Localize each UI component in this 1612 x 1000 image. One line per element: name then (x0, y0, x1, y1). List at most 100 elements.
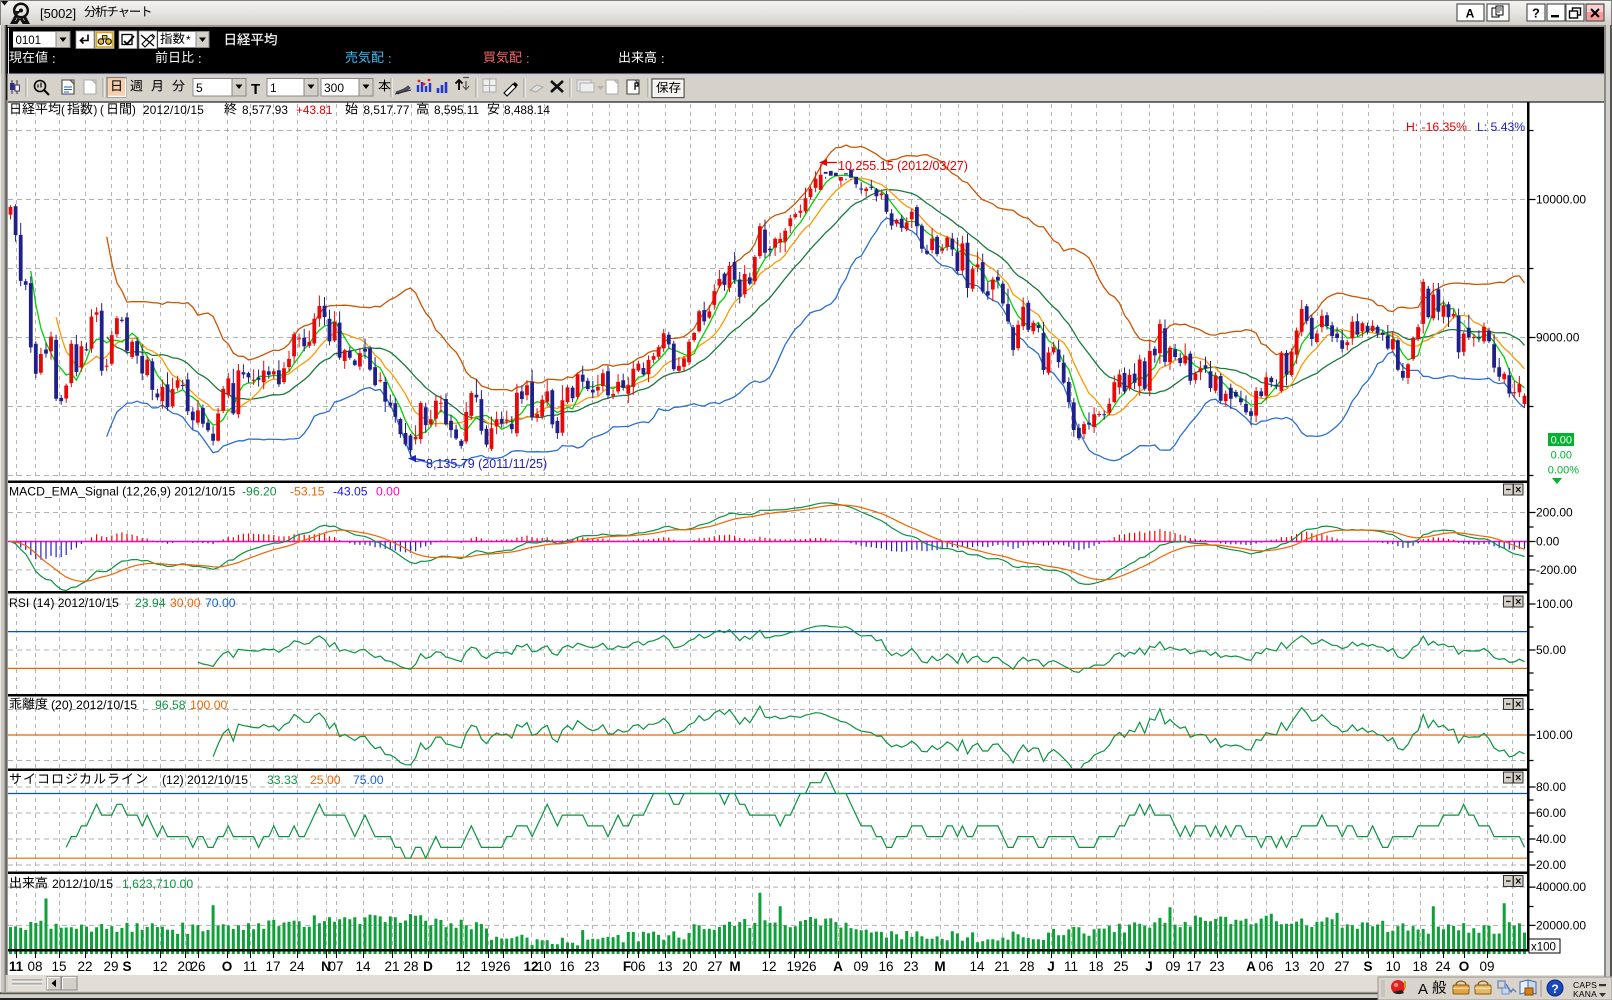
svg-text:-96.20: -96.20 (242, 485, 277, 499)
svg-text:0.00: 0.00 (376, 485, 400, 499)
svg-text:?: ? (1532, 7, 1540, 21)
svg-text:60.00: 60.00 (1536, 806, 1566, 820)
svg-text:24: 24 (1435, 959, 1451, 974)
svg-text:D: D (423, 959, 433, 974)
svg-text:x100: x100 (1531, 942, 1556, 954)
svg-text:17: 17 (1186, 959, 1201, 974)
svg-text:20: 20 (682, 959, 697, 974)
svg-text:27: 27 (707, 959, 722, 974)
svg-text::: : (661, 51, 665, 66)
svg-text:S: S (122, 959, 131, 974)
svg-text:20: 20 (1309, 959, 1324, 974)
svg-text:06: 06 (1258, 959, 1273, 974)
svg-text:80.00: 80.00 (1536, 780, 1566, 794)
svg-text:?: ? (1551, 982, 1558, 996)
svg-text:06: 06 (630, 959, 645, 974)
svg-text:1: 1 (270, 81, 277, 95)
svg-text::: : (52, 51, 56, 66)
svg-text:[5002]: [5002] (40, 6, 76, 21)
svg-text:): ) (94, 105, 98, 117)
svg-text:8,577.93: 8,577.93 (242, 103, 288, 117)
svg-text:RSI (14) 2012/10/15: RSI (14) 2012/10/15 (9, 596, 119, 610)
svg-text:26: 26 (190, 959, 205, 974)
svg-text:13: 13 (657, 959, 672, 974)
svg-text:M: M (934, 959, 945, 974)
svg-text:25.00: 25.00 (310, 773, 341, 787)
svg-text:12: 12 (152, 959, 167, 974)
svg-text:40000.00: 40000.00 (1536, 880, 1586, 894)
svg-text:16: 16 (559, 959, 574, 974)
svg-text:-43.05: -43.05 (333, 485, 368, 499)
svg-text:KANA: KANA (1573, 989, 1597, 999)
svg-text:200.00: 200.00 (1536, 506, 1573, 520)
svg-text:10: 10 (1385, 959, 1400, 974)
svg-text:(12) 2012/10/15: (12) 2012/10/15 (162, 773, 248, 787)
svg-text:O: O (222, 959, 233, 974)
svg-text:11: 11 (1064, 959, 1078, 974)
svg-text:18: 18 (1088, 959, 1103, 974)
svg-text:+43.81: +43.81 (296, 103, 332, 117)
svg-text:0.00: 0.00 (1536, 535, 1560, 549)
svg-text:1,623,710.00: 1,623,710.00 (122, 877, 193, 891)
svg-text:75.00: 75.00 (353, 773, 384, 787)
svg-text:2012/10/15: 2012/10/15 (52, 877, 113, 891)
svg-text:16: 16 (878, 959, 893, 974)
svg-text:(: ( (61, 105, 65, 117)
svg-text:09: 09 (1479, 959, 1494, 974)
svg-text:26: 26 (801, 959, 816, 974)
svg-text:22: 22 (77, 959, 92, 974)
svg-text:MACD_EMA_Signal (12,26,9) 2012: MACD_EMA_Signal (12,26,9) 2012/10/15 (9, 485, 235, 499)
svg-text:-53.15: -53.15 (290, 485, 325, 499)
svg-text:10: 10 (536, 959, 551, 974)
svg-text:21: 21 (384, 959, 399, 974)
svg-text:08: 08 (27, 959, 42, 974)
svg-text:9000.00: 9000.00 (1536, 331, 1580, 345)
svg-text:07: 07 (328, 959, 343, 974)
svg-text:96.58: 96.58 (155, 698, 186, 712)
svg-text:(20) 2012/10/15: (20) 2012/10/15 (51, 698, 137, 712)
svg-text:09: 09 (1165, 959, 1180, 974)
svg-text:300: 300 (324, 81, 344, 95)
svg-text:23: 23 (584, 959, 599, 974)
svg-text:18: 18 (1412, 959, 1427, 974)
svg-text:24: 24 (289, 959, 305, 974)
svg-text:28: 28 (403, 959, 418, 974)
svg-text:A: A (1246, 959, 1256, 974)
svg-text:13: 13 (1284, 959, 1299, 974)
svg-text:12: 12 (761, 959, 776, 974)
svg-text:20.00: 20.00 (1536, 858, 1566, 872)
svg-text:2012/10/15: 2012/10/15 (143, 103, 204, 117)
svg-text:10,255.15 (2012/03/27): 10,255.15 (2012/03/27) (838, 159, 968, 173)
svg-text::: : (388, 51, 392, 66)
svg-text:8,488.14: 8,488.14 (504, 103, 550, 117)
svg-text:12: 12 (455, 959, 470, 974)
svg-text:A: A (1466, 7, 1475, 21)
svg-text:T: T (251, 81, 260, 98)
svg-text:27: 27 (1334, 959, 1349, 974)
svg-text:10000.00: 10000.00 (1536, 193, 1586, 207)
svg-text:70.00: 70.00 (205, 596, 236, 610)
svg-text:M: M (729, 959, 740, 974)
svg-text:17: 17 (265, 959, 280, 974)
svg-text:09: 09 (853, 959, 868, 974)
svg-text:20000.00: 20000.00 (1536, 918, 1586, 932)
svg-text:29: 29 (103, 959, 118, 974)
svg-text:23: 23 (903, 959, 918, 974)
svg-text:L: 5.43%: L: 5.43% (1477, 120, 1525, 134)
svg-text:19: 19 (480, 959, 495, 974)
svg-text:5: 5 (196, 81, 203, 95)
svg-text:A: A (1418, 981, 1428, 998)
svg-text:100.00: 100.00 (190, 698, 227, 712)
svg-text:0.00: 0.00 (1551, 435, 1572, 447)
svg-text:*: * (186, 33, 191, 47)
svg-text:26: 26 (495, 959, 510, 974)
svg-text:50.00: 50.00 (1536, 643, 1566, 657)
svg-text:23.94: 23.94 (135, 596, 166, 610)
svg-text:0.00: 0.00 (1551, 450, 1572, 462)
svg-text:-200.00: -200.00 (1536, 563, 1577, 577)
svg-text:H: -16.35%: H: -16.35% (1406, 120, 1467, 134)
svg-text:11: 11 (9, 959, 24, 974)
svg-text::: : (526, 51, 530, 66)
svg-text:19: 19 (786, 959, 801, 974)
svg-text:): ) (132, 105, 136, 117)
